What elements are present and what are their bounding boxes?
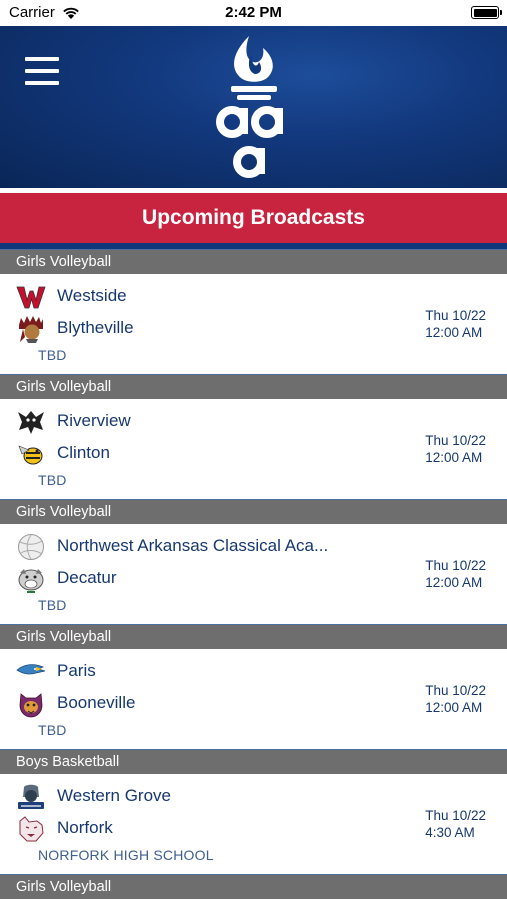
game-datetime: Thu 10/22 4:30 AM	[425, 807, 486, 841]
norfork-panther-logo	[19, 816, 44, 842]
team-name: Paris	[57, 661, 96, 680]
sport-section-header: Boys Basketball	[0, 749, 507, 774]
status-bar: Carrier 2:42 PM	[0, 0, 507, 26]
hamburger-menu-icon[interactable]	[22, 55, 62, 87]
venue-label: NORFORK HIGH SCHOOL	[38, 847, 214, 863]
venue-label: TBD	[38, 472, 67, 488]
riverview-raider-logo	[18, 411, 44, 434]
game-time: 12:00 AM	[425, 450, 483, 465]
broadcast-row[interactable]: Westside Blytheville TBD Thu 10/22 12:00…	[0, 274, 507, 374]
blytheville-chief-logo	[19, 316, 43, 343]
battery-icon	[471, 6, 502, 19]
team-name: Norfork	[57, 818, 113, 837]
sport-section-header: Girls Volleyball	[0, 499, 507, 524]
team-name: Northwest Arkansas Classical Aca...	[57, 536, 329, 555]
western-grove-warriors-logo	[18, 784, 44, 809]
aaa-torch-logo	[211, 34, 297, 184]
page-title: Upcoming Broadcasts	[0, 193, 507, 243]
team-name: Booneville	[57, 693, 136, 712]
westside-w-logo	[16, 286, 46, 309]
volleyball-logo	[18, 534, 44, 560]
venue-label: TBD	[38, 597, 67, 613]
game-time: 12:00 AM	[425, 575, 483, 590]
booneville-bearcat-logo	[19, 693, 43, 718]
game-date: Thu 10/22	[425, 308, 486, 323]
clinton-yellowjacket-logo	[18, 445, 43, 465]
broadcast-list[interactable]: Girls Volleyball Westside Blytheville TB…	[0, 249, 507, 899]
broadcast-row[interactable]: Northwest Arkansas Classical Aca... Deca…	[0, 524, 507, 624]
team-name: Westside	[57, 286, 127, 305]
game-date: Thu 10/22	[425, 558, 486, 573]
app-header	[0, 26, 507, 188]
team-name: Riverview	[57, 411, 131, 430]
broadcast-row[interactable]: Riverview Clinton TBD Thu 10/22 12:00 AM	[0, 399, 507, 499]
team-name: Clinton	[57, 443, 110, 462]
game-datetime: Thu 10/22 12:00 AM	[425, 307, 486, 341]
team-name: Blytheville	[57, 318, 134, 337]
game-time: 12:00 AM	[425, 700, 483, 715]
game-date: Thu 10/22	[425, 433, 486, 448]
broadcast-row[interactable]: Western Grove Norfork NORFORK HIGH SCHOO…	[0, 774, 507, 874]
game-datetime: Thu 10/22 12:00 AM	[425, 557, 486, 591]
team-name: Western Grove	[57, 786, 172, 805]
game-date: Thu 10/22	[425, 683, 486, 698]
sport-section-header: Girls Volleyball	[0, 874, 507, 899]
venue-label: TBD	[38, 722, 67, 738]
clock: 2:42 PM	[225, 4, 282, 21]
game-time: 12:00 AM	[425, 325, 483, 340]
game-time: 4:30 AM	[425, 825, 475, 840]
sport-section-header: Girls Volleyball	[0, 624, 507, 649]
paris-eagle-logo	[16, 664, 46, 675]
decatur-bulldog-logo	[18, 569, 44, 593]
venue-label: TBD	[38, 347, 67, 363]
game-datetime: Thu 10/22 12:00 AM	[425, 432, 486, 466]
game-date: Thu 10/22	[425, 808, 486, 823]
broadcast-row[interactable]: Paris Booneville TBD Thu 10/22 12:00 AM	[0, 649, 507, 749]
sport-section-header: Girls Volleyball	[0, 249, 507, 274]
team-name: Decatur	[57, 568, 117, 587]
sport-section-header: Girls Volleyball	[0, 374, 507, 399]
game-datetime: Thu 10/22 12:00 AM	[425, 682, 486, 716]
